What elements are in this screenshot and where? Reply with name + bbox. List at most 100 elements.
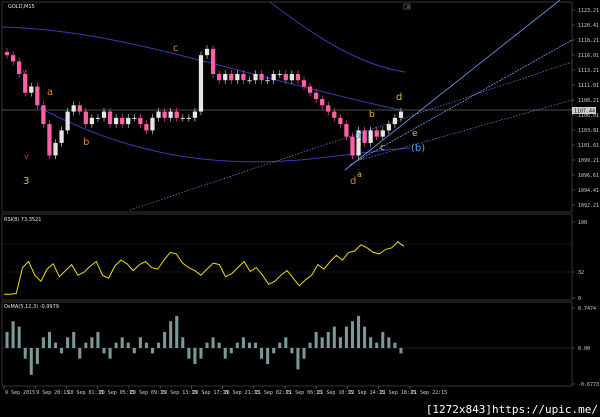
osma-bar [108,348,112,359]
osma-bar [266,348,270,365]
osma-tick-label: -0.6773 [578,382,599,388]
rsi-tick-label: 32 [578,270,584,276]
candle-body [235,73,240,81]
wave-label: c [173,43,179,54]
wave-label: a [47,87,53,98]
chart-screenshot: × GOLD,M15 RSI(8) 73.3521 OsMA(5,12,3) -… [0,0,600,417]
candle-body [253,73,258,81]
candle-body [71,105,76,112]
osma-bar [78,348,82,359]
candle-body [101,111,107,118]
osma-bar [157,342,161,348]
candle-body [138,117,143,125]
price-tick-label: 1118.21 [578,38,599,44]
osma-bar [363,326,367,348]
osma-bar [11,321,15,348]
price-panel [1,1,573,213]
candle-body [289,73,294,81]
candle-body [107,111,113,125]
candle-body [126,117,131,125]
osma-bar [229,348,233,354]
price-series [4,45,404,160]
rsi-tick-label: 0 [578,296,581,302]
candle-body [95,117,101,119]
candle-body [350,136,355,156]
price-tick-label: 1094.41 [578,188,599,194]
chart-canvas: × GOLD,M15 RSI(8) 73.3521 OsMA(5,12,3) -… [1,0,599,396]
osma-bar [399,348,403,354]
osma-bar [332,326,336,348]
candle-body [59,130,64,143]
osma-bar [102,348,106,354]
candle-body [29,86,34,93]
candle-body [283,73,288,81]
candle-body [10,55,16,62]
rsi-axis: 100 32 0 [572,220,587,302]
time-tick-label: 11 Sep 22:15 [411,390,447,396]
osma-bar [120,337,124,348]
price-tick-label: 1116.01 [578,53,599,59]
candle-body [53,142,58,156]
candle-body [247,80,252,82]
osma-bar [247,342,251,348]
price-tick-label: 1092.21 [578,203,599,209]
osma-bar [217,342,221,348]
osma-bar [181,337,185,348]
osma-tick-label: 0.7474 [578,306,596,312]
candle-body [144,124,149,131]
osma-bar [338,337,342,348]
osma-bar [326,331,330,348]
osma-bar [235,342,239,348]
osma-bar [175,315,179,348]
candle-body [229,73,234,81]
price-tick-label: 1103.81 [578,128,599,134]
candle-body [320,99,325,106]
osma-bar [296,348,300,370]
price-tick-label: 1101.61 [578,143,599,149]
watermark: [1272x843]https://upic.me/ [425,403,598,416]
candle-body [83,111,88,125]
candle-body [392,117,398,125]
wave-label: a [357,170,362,179]
candle-body [65,111,70,131]
candle-body [120,117,125,125]
osma-tick-label: 0.00 [578,346,590,352]
wave-label: c [380,143,385,153]
osma-bar [375,342,379,348]
osma-bar [41,337,45,348]
candle-body [241,73,246,81]
trend-line-4 [359,99,573,161]
candle-body [210,48,216,74]
price-tick-label: 1106.01 [578,113,599,119]
candle-body [192,111,198,118]
candle-body [265,80,270,82]
candle-body [156,111,161,118]
osma-bar [169,321,173,348]
candle-body [344,124,349,137]
candle-body [168,111,173,118]
osma-bar [284,337,288,348]
candle-body [380,130,385,137]
osma-bar [369,337,373,348]
wave-labels: ivv3abca)bcde(b)da [20,43,425,187]
osma-bar [254,342,258,348]
rsi-panel [1,213,573,301]
osma-bar [90,337,94,348]
candle-body [217,73,222,81]
osma-bar [84,342,88,348]
candle-body [368,130,373,143]
osma-bar [150,348,154,354]
osma-bar [350,321,354,348]
osma-histogram [5,315,403,375]
upper-outer-channel-line [269,1,406,73]
rsi-panel-title: RSI(8) 73.3521 [4,217,41,223]
osma-bar [187,348,191,359]
osma-bar [387,337,391,348]
candle-body [398,111,404,118]
candle-body [162,111,167,118]
candle-body [223,73,228,81]
candle-body [47,124,52,156]
osma-bar [308,342,312,348]
wave-label: d [396,92,402,103]
osma-bar [357,315,361,348]
